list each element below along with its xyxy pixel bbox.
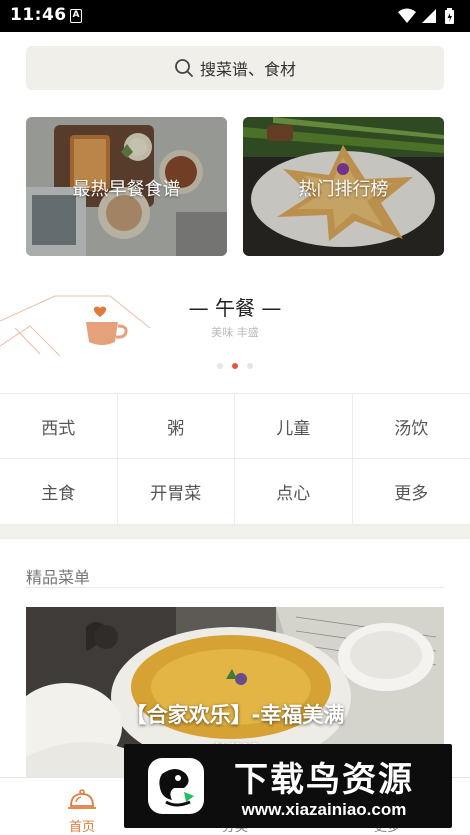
banner-meal-title: — 午餐 —: [188, 296, 282, 320]
search-placeholder: 搜菜谱、食材: [199, 60, 296, 79]
category-staple[interactable]: 主食: [0, 459, 118, 524]
promo-card-title: 最热早餐食谱: [72, 179, 181, 200]
notification-icon: A: [70, 9, 82, 23]
status-time: 11:46: [10, 5, 67, 25]
system-icons: [396, 7, 460, 29]
section-separator: [0, 525, 470, 539]
section-divider: [26, 587, 444, 588]
search-bar[interactable]: 搜菜谱、食材: [26, 46, 444, 90]
category-appetizer[interactable]: 开胃菜: [117, 459, 235, 524]
status-bar: 11:46 A: [0, 0, 470, 32]
category-dim-sum[interactable]: 点心: [235, 459, 353, 524]
home-cloche-icon: [68, 789, 96, 809]
featured-recipe-title: 【合家欢乐】-幸福美满: [125, 703, 345, 727]
promo-card-title: 热门排行榜: [298, 179, 389, 200]
meal-banner[interactable]: — 午餐 — 美味 丰盛: [0, 266, 470, 384]
bird-logo-icon: [148, 758, 204, 814]
promo-card-ranking[interactable]: 热门排行榜: [243, 117, 444, 256]
carousel-dot-active[interactable]: [232, 363, 238, 369]
search-icon: [175, 59, 193, 77]
category-grid: 西式 粥 儿童 汤饮 主食 开胃菜 点心 更多: [0, 393, 470, 525]
banner-subtitle: 美味 丰盛: [211, 326, 259, 339]
category-kids[interactable]: 儿童: [235, 394, 353, 459]
wifi-icon: [398, 8, 416, 23]
category-porridge[interactable]: 粥: [117, 394, 235, 459]
carousel-dot[interactable]: [247, 363, 253, 369]
promo-card-breakfast[interactable]: 最热早餐食谱: [26, 117, 227, 256]
category-western[interactable]: 西式: [0, 394, 118, 459]
section-title: 精品菜单: [26, 568, 91, 587]
signal-icon: [422, 9, 436, 23]
carousel-dot[interactable]: [217, 363, 223, 369]
category-more[interactable]: 更多: [352, 459, 470, 524]
carousel-dots: [0, 363, 470, 369]
watermark-overlay: 下载鸟资源 www.xiazainiao.com: [124, 744, 452, 828]
category-soup-drinks[interactable]: 汤饮: [352, 394, 470, 459]
battery-icon: [445, 8, 454, 24]
watermark-url: www.xiazainiao.com: [241, 800, 407, 819]
watermark-title: 下载鸟资源: [234, 760, 414, 800]
